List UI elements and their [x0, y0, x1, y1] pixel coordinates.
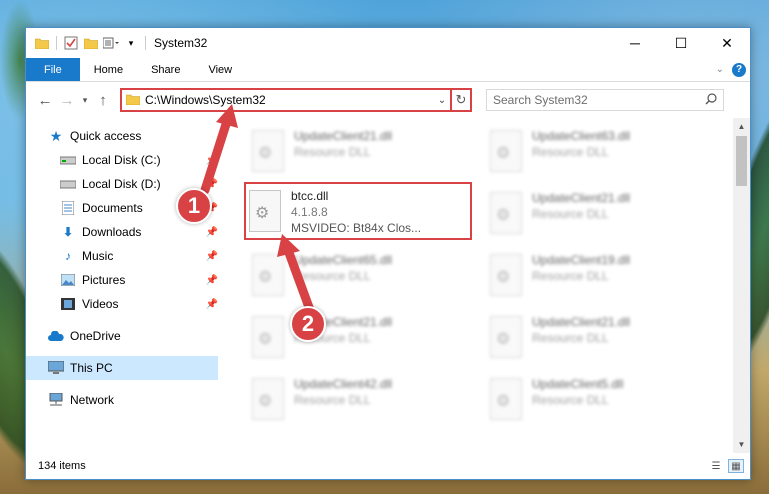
window-controls: ─ ☐ ✕: [612, 28, 750, 58]
list-item[interactable]: UpdateClient63.dllResource DLL: [484, 124, 714, 180]
ribbon-tabs: File Home Share View ⌄ ?: [26, 58, 750, 82]
status-bar: 134 items ☰ ▦: [26, 453, 750, 479]
pin-icon[interactable]: 📌: [206, 299, 218, 310]
quick-access-toolbar: ▾: [26, 35, 148, 51]
search-box[interactable]: Search System32: [486, 89, 724, 111]
sidebar-item-quick-access[interactable]: ★ Quick access: [26, 124, 218, 148]
tab-home[interactable]: Home: [80, 58, 137, 81]
scroll-up-icon[interactable]: ▲: [733, 118, 750, 135]
star-icon: ★: [49, 127, 63, 144]
tab-share[interactable]: Share: [137, 58, 194, 81]
pin-icon[interactable]: 📌: [206, 275, 218, 286]
sidebar-item-downloads[interactable]: ⬇ Downloads 📌: [26, 220, 218, 244]
dll-file-icon: [252, 378, 284, 420]
callout-2: 2: [290, 306, 326, 342]
tiles-view-icon[interactable]: ▦: [728, 459, 744, 473]
vertical-scrollbar[interactable]: ▲ ▼: [733, 118, 750, 453]
properties-icon[interactable]: [63, 35, 79, 51]
dll-file-icon: [490, 192, 522, 234]
file-list: UpdateClient21.dllResource DLL UpdateCli…: [218, 118, 750, 453]
new-folder-icon[interactable]: [83, 35, 99, 51]
sidebar-item-network[interactable]: Network: [26, 388, 218, 412]
cloud-icon: [48, 328, 64, 344]
ribbon-right: ⌄ ?: [716, 58, 750, 81]
file-explorer-window: ▾ System32 ─ ☐ ✕ File Home Share View ⌄ …: [25, 27, 751, 480]
sidebar-item-this-pc[interactable]: This PC: [26, 356, 218, 380]
window-title: System32: [154, 36, 208, 50]
dll-file-icon: [252, 130, 284, 172]
pictures-icon: [60, 272, 76, 288]
address-bar[interactable]: C:\Windows\System32 ⌄ ↻: [120, 88, 472, 112]
list-item[interactable]: UpdateClient21.dllResource DLL: [484, 186, 714, 242]
computer-icon: [48, 360, 64, 376]
pin-icon[interactable]: 📌: [206, 155, 218, 166]
dll-file-icon: [252, 316, 284, 358]
documents-icon: [60, 200, 76, 216]
sidebar-item-onedrive[interactable]: OneDrive: [26, 324, 218, 348]
minimize-button[interactable]: ─: [612, 28, 658, 58]
pin-icon[interactable]: 📌: [206, 251, 218, 262]
search-input[interactable]: Search System32: [493, 93, 588, 107]
dll-file-icon: [490, 130, 522, 172]
scrollbar-thumb[interactable]: [736, 136, 747, 186]
dll-file-icon: [252, 254, 284, 296]
sidebar-item-local-disk-c[interactable]: Local Disk (C:) 📌: [26, 148, 218, 172]
details-view-icon[interactable]: ☰: [708, 459, 724, 473]
list-item[interactable]: UpdateClient65.dllResource DLL: [246, 248, 476, 304]
callout-1: 1: [176, 188, 212, 224]
folder-icon: [125, 93, 141, 108]
list-item[interactable]: UpdateClient21.dllResource DLL: [246, 124, 476, 180]
up-button[interactable]: ↑: [92, 92, 114, 109]
pin-icon[interactable]: 📌: [206, 227, 218, 238]
dll-file-icon: [490, 316, 522, 358]
list-item[interactable]: UpdateClient5.dllResource DLL: [484, 372, 714, 428]
list-item[interactable]: UpdateClient21.dllResource DLL: [484, 310, 714, 366]
folder-icon[interactable]: [34, 35, 50, 51]
music-icon: ♪: [65, 249, 71, 263]
address-path[interactable]: C:\Windows\System32: [145, 93, 266, 107]
tab-view[interactable]: View: [194, 58, 246, 81]
back-button[interactable]: ←: [34, 92, 56, 109]
pin-icon[interactable]: 📌: [206, 179, 218, 190]
view-switcher: ☰ ▦: [708, 459, 750, 473]
downloads-icon: ⬇: [62, 225, 74, 239]
help-icon[interactable]: ?: [732, 62, 746, 77]
dll-file-icon: [490, 378, 522, 420]
list-item[interactable]: UpdateClient21.dllResource DLL: [246, 310, 476, 366]
toolbar-divider: [145, 36, 146, 50]
drive-icon: [60, 176, 76, 192]
recent-locations-button[interactable]: ▾: [78, 95, 92, 106]
title-bar: ▾ System32 ─ ☐ ✕: [26, 28, 750, 58]
search-icon[interactable]: [705, 92, 717, 108]
chevron-down-icon[interactable]: ▾: [123, 35, 139, 51]
tab-file[interactable]: File: [26, 58, 80, 81]
sidebar-item-music[interactable]: ♪ Music 📌: [26, 244, 218, 268]
forward-button[interactable]: →: [56, 92, 78, 109]
navigation-bar: ← → ▾ ↑ C:\Windows\System32 ⌄ ↻ Search S…: [26, 82, 750, 118]
videos-icon: [60, 296, 76, 312]
list-item[interactable]: UpdateClient42.dllResource DLL: [246, 372, 476, 428]
close-button[interactable]: ✕: [704, 28, 750, 58]
network-icon: [48, 392, 64, 408]
item-count: 134 items: [38, 460, 86, 472]
dll-file-icon: [490, 254, 522, 296]
sidebar-item-pictures[interactable]: Pictures 📌: [26, 268, 218, 292]
toolbar-divider: [56, 36, 57, 50]
chevron-down-icon[interactable]: ⌄: [434, 95, 450, 106]
list-item[interactable]: UpdateClient19.dllResource DLL: [484, 248, 714, 304]
navigation-pane: ★ Quick access Local Disk (C:) 📌 Local D…: [26, 118, 218, 453]
scroll-down-icon[interactable]: ▼: [733, 436, 750, 453]
sidebar-item-videos[interactable]: Videos 📌: [26, 292, 218, 316]
explorer-body: ★ Quick access Local Disk (C:) 📌 Local D…: [26, 118, 750, 453]
drive-icon: [60, 152, 76, 168]
maximize-button[interactable]: ☐: [658, 28, 704, 58]
customize-toolbar-icon[interactable]: [103, 35, 119, 51]
expand-ribbon-icon[interactable]: ⌄: [716, 64, 724, 75]
refresh-button[interactable]: ↻: [450, 90, 470, 110]
highlight-box: [244, 182, 472, 240]
